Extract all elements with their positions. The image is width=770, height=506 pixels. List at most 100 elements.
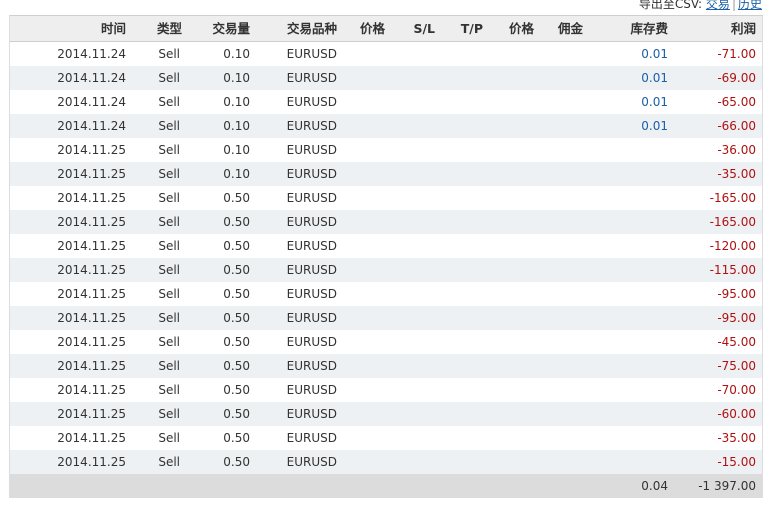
header-time[interactable]: 时间 bbox=[10, 16, 128, 41]
cell-tp bbox=[437, 114, 485, 138]
cell-commission bbox=[536, 162, 585, 186]
cell-commission bbox=[536, 306, 585, 330]
footer-cell bbox=[128, 474, 182, 498]
cell-type: Sell bbox=[158, 71, 180, 85]
cell-sl bbox=[387, 90, 437, 114]
header-type[interactable]: 类型 bbox=[128, 16, 182, 41]
cell-symbol: EURUSD bbox=[286, 383, 337, 397]
cell-volume: 0.10 bbox=[223, 167, 250, 181]
cell-volume: 0.10 bbox=[223, 95, 250, 109]
cell-tp bbox=[437, 138, 485, 162]
cell-volume: 0.50 bbox=[223, 239, 250, 253]
cell-commission bbox=[536, 114, 585, 138]
header-price[interactable]: 价格 bbox=[339, 16, 387, 41]
table-body: 2014.11.24 Sell 0.10 EURUSD 0.01 -71.00 2014.1… bbox=[10, 42, 762, 474]
trades-table: 时间 类型 交易量 交易品种 价格 S/L T/P 价格 佣金 库存费 利润 2… bbox=[9, 15, 763, 498]
cell-commission bbox=[536, 90, 585, 114]
export-history-link[interactable]: 历史 bbox=[738, 0, 762, 11]
cell-profit: -45.00 bbox=[717, 335, 756, 349]
table-row[interactable]: 2014.11.25 Sell 0.10 EURUSD -35.00 bbox=[10, 162, 762, 186]
total-swap: 0.04 bbox=[641, 479, 668, 493]
table-row[interactable]: 2014.11.24 Sell 0.10 EURUSD 0.01 -65.00 bbox=[10, 90, 762, 114]
table-row[interactable]: 2014.11.24 Sell 0.10 EURUSD 0.01 -66.00 bbox=[10, 114, 762, 138]
cell-volume: 0.50 bbox=[223, 263, 250, 277]
cell-profit: -35.00 bbox=[717, 167, 756, 181]
cell-swap: 0.01 bbox=[641, 95, 668, 109]
table-row[interactable]: 2014.11.25 Sell 0.50 EURUSD -95.00 bbox=[10, 282, 762, 306]
cell-type: Sell bbox=[158, 407, 180, 421]
cell-profit: -115.00 bbox=[709, 263, 756, 277]
footer-cell bbox=[437, 474, 485, 498]
header-sl[interactable]: S/L bbox=[387, 16, 437, 41]
header-commission[interactable]: 佣金 bbox=[536, 16, 585, 41]
cell-sl bbox=[387, 402, 437, 426]
cell-type: Sell bbox=[158, 431, 180, 445]
table-row[interactable]: 2014.11.25 Sell 0.50 EURUSD -60.00 bbox=[10, 402, 762, 426]
cell-price bbox=[339, 162, 387, 186]
cell-sl bbox=[387, 138, 437, 162]
table-row[interactable]: 2014.11.25 Sell 0.10 EURUSD -36.00 bbox=[10, 138, 762, 162]
table-row[interactable]: 2014.11.25 Sell 0.50 EURUSD -115.00 bbox=[10, 258, 762, 282]
table-row[interactable]: 2014.11.25 Sell 0.50 EURUSD -35.00 bbox=[10, 426, 762, 450]
table-row[interactable]: 2014.11.24 Sell 0.10 EURUSD 0.01 -71.00 bbox=[10, 42, 762, 66]
table-row[interactable]: 2014.11.25 Sell 0.50 EURUSD -95.00 bbox=[10, 306, 762, 330]
cell-close-price bbox=[485, 402, 536, 426]
cell-commission bbox=[536, 138, 585, 162]
cell-volume: 0.50 bbox=[223, 455, 250, 469]
cell-profit: -15.00 bbox=[717, 455, 756, 469]
cell-sl bbox=[387, 234, 437, 258]
header-profit[interactable]: 利润 bbox=[670, 16, 760, 41]
header-swap[interactable]: 库存费 bbox=[585, 16, 670, 41]
cell-price bbox=[339, 114, 387, 138]
cell-volume: 0.50 bbox=[223, 431, 250, 445]
cell-sl bbox=[387, 66, 437, 90]
header-symbol[interactable]: 交易品种 bbox=[252, 16, 339, 41]
cell-tp bbox=[437, 66, 485, 90]
cell-price bbox=[339, 66, 387, 90]
cell-swap: 0.01 bbox=[641, 47, 668, 61]
header-close-price[interactable]: 价格 bbox=[485, 16, 536, 41]
cell-swap bbox=[585, 354, 670, 378]
export-csv-bar: 导出至CSV: 交易 | 历史 bbox=[639, 0, 762, 12]
table-row[interactable]: 2014.11.25 Sell 0.50 EURUSD -165.00 bbox=[10, 186, 762, 210]
footer-cell bbox=[485, 474, 536, 498]
table-row[interactable]: 2014.11.25 Sell 0.50 EURUSD -45.00 bbox=[10, 330, 762, 354]
cell-symbol: EURUSD bbox=[286, 167, 337, 181]
header-volume[interactable]: 交易量 bbox=[182, 16, 252, 41]
cell-commission bbox=[536, 42, 585, 66]
cell-profit: -60.00 bbox=[717, 407, 756, 421]
table-row[interactable]: 2014.11.25 Sell 0.50 EURUSD -70.00 bbox=[10, 378, 762, 402]
footer-cell bbox=[387, 474, 437, 498]
table-row[interactable]: 2014.11.25 Sell 0.50 EURUSD -165.00 bbox=[10, 210, 762, 234]
table-row[interactable]: 2014.11.24 Sell 0.10 EURUSD 0.01 -69.00 bbox=[10, 66, 762, 90]
cell-time: 2014.11.25 bbox=[57, 191, 126, 205]
cell-type: Sell bbox=[158, 287, 180, 301]
table-footer: 0.04 -1 397.00 bbox=[10, 474, 762, 498]
cell-symbol: EURUSD bbox=[286, 311, 337, 325]
cell-tp bbox=[437, 162, 485, 186]
cell-tp bbox=[437, 234, 485, 258]
cell-volume: 0.10 bbox=[223, 143, 250, 157]
table-row[interactable]: 2014.11.25 Sell 0.50 EURUSD -120.00 bbox=[10, 234, 762, 258]
cell-sl bbox=[387, 426, 437, 450]
cell-symbol: EURUSD bbox=[286, 47, 337, 61]
header-tp[interactable]: T/P bbox=[437, 16, 485, 41]
cell-profit: -69.00 bbox=[717, 71, 756, 85]
cell-commission bbox=[536, 234, 585, 258]
cell-swap bbox=[585, 234, 670, 258]
table-row[interactable]: 2014.11.25 Sell 0.50 EURUSD -75.00 bbox=[10, 354, 762, 378]
table-row[interactable]: 2014.11.25 Sell 0.50 EURUSD -15.00 bbox=[10, 450, 762, 474]
cell-symbol: EURUSD bbox=[286, 95, 337, 109]
cell-close-price bbox=[485, 426, 536, 450]
cell-tp bbox=[437, 354, 485, 378]
cell-price bbox=[339, 234, 387, 258]
cell-time: 2014.11.25 bbox=[57, 455, 126, 469]
cell-symbol: EURUSD bbox=[286, 287, 337, 301]
cell-tp bbox=[437, 306, 485, 330]
cell-tp bbox=[437, 186, 485, 210]
export-trades-link[interactable]: 交易 bbox=[706, 0, 730, 11]
cell-tp bbox=[437, 330, 485, 354]
cell-time: 2014.11.25 bbox=[57, 431, 126, 445]
cell-swap: 0.01 bbox=[641, 71, 668, 85]
table-header: 时间 类型 交易量 交易品种 价格 S/L T/P 价格 佣金 库存费 利润 bbox=[10, 15, 762, 42]
